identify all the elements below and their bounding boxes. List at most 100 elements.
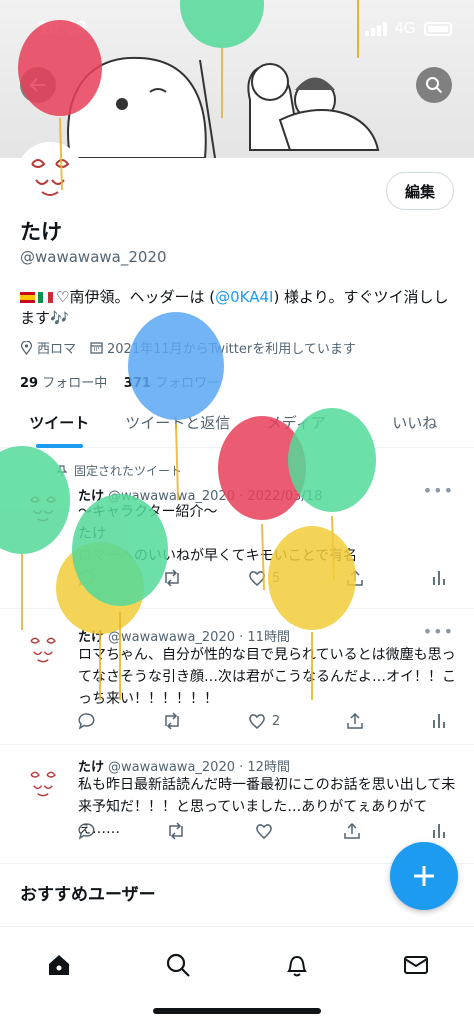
bio-mention-link[interactable]: @0KA4I — [215, 288, 273, 306]
pinned-indicator: 固定されたツイート — [56, 462, 182, 479]
tweet-author-handle: @wawawawa_2020 — [108, 760, 235, 775]
profile-avatar[interactable] — [16, 142, 84, 210]
status-bar: 10:09 4G — [0, 0, 474, 60]
search-icon — [166, 953, 190, 977]
like-count: 2 — [271, 713, 281, 729]
tweet-avatar[interactable] — [20, 626, 66, 672]
profile-location: 西ロマ — [37, 342, 77, 357]
analytics-button[interactable] — [430, 822, 448, 840]
following-link[interactable]: 29 フォロー中 — [20, 376, 107, 391]
battery-icon — [424, 22, 452, 36]
like-button[interactable]: 5 — [248, 569, 280, 587]
mail-icon — [404, 956, 428, 974]
tab-likes[interactable]: いいね — [356, 398, 474, 447]
like-count: 5 — [271, 570, 281, 586]
signal-icon — [364, 22, 387, 36]
analytics-icon — [433, 824, 445, 838]
plus-icon — [414, 866, 434, 886]
tweet-item[interactable]: たけ @wawawawa_2020 · 11時間 ••• ロマちゃん、自分が性的な… — [0, 610, 474, 745]
calendar-icon — [90, 342, 103, 354]
tweet-time: 11時間 — [247, 630, 290, 645]
home-indicator — [153, 1008, 321, 1014]
following-label: フォロー中 — [42, 376, 108, 391]
tweet-actions: 5 — [78, 567, 448, 589]
home-icon — [49, 955, 69, 975]
tweet-text: 〜キャラクター紹介〜 たけ ロマーへのいいねが早くてキモいことで有名 — [78, 501, 456, 567]
followers-link[interactable]: 371 フォロワー — [124, 376, 220, 391]
following-count: 29 — [20, 376, 39, 391]
tweet-author-name: たけ — [78, 630, 105, 645]
compose-tweet-button[interactable] — [390, 842, 458, 910]
share-icon — [343, 822, 360, 839]
share-button[interactable] — [346, 712, 364, 730]
tweet-header: たけ @wawawawa_2020 · 12時間 — [78, 760, 290, 775]
heart-icon — [256, 824, 272, 839]
status-time: 10:09 — [38, 18, 87, 39]
profile-tabs: ツイート ツイートと返信 メディア いいね — [0, 398, 474, 448]
bell-icon — [287, 956, 307, 977]
analytics-icon — [433, 571, 445, 585]
reply-button[interactable] — [78, 712, 96, 730]
retweet-icon — [165, 569, 179, 587]
tab-tweets-and-replies[interactable]: ツイートと返信 — [119, 398, 238, 447]
more-options-icon[interactable]: ••• — [423, 622, 454, 641]
avatar-illustration — [30, 637, 56, 663]
analytics-button[interactable] — [430, 569, 448, 587]
followers-label: フォロワー — [155, 376, 221, 391]
edit-profile-button[interactable]: 編集 — [386, 172, 454, 210]
tweet-header: たけ @wawawawa_2020 · 11時間 — [78, 630, 290, 645]
tweet-line: 〜キャラクター紹介〜 — [78, 504, 218, 520]
tab-media[interactable]: メディア — [237, 398, 356, 447]
tweet-author-handle: @wawawawa_2020 — [108, 630, 235, 645]
profile-joined-date: 2021年11月からTwitterを利用しています — [107, 342, 356, 357]
like-button[interactable]: 2 — [248, 712, 280, 730]
tweet-item[interactable]: たけ @wawawawa_2020 · 12時間 私も昨日最新話読んだ時一番最初に… — [0, 746, 474, 864]
profile-meta: 西ロマ 2021年11月からTwitterを利用しています — [20, 338, 356, 357]
tweet-time: 12時間 — [247, 760, 290, 775]
like-button[interactable] — [255, 822, 273, 840]
analytics-button[interactable] — [430, 712, 448, 730]
followers-count: 371 — [123, 376, 151, 391]
share-button[interactable] — [343, 822, 361, 840]
avatar-illustration — [30, 496, 56, 522]
back-button[interactable] — [20, 67, 56, 103]
heart-icon — [248, 714, 265, 729]
nav-messages[interactable] — [394, 943, 438, 987]
profile-name: たけ — [20, 220, 62, 244]
tweet-actions: 2 — [78, 710, 448, 732]
tweet-actions — [78, 820, 448, 842]
nav-notifications[interactable] — [275, 943, 319, 987]
more-options-icon[interactable]: ••• — [423, 481, 454, 500]
tweet-avatar[interactable] — [20, 760, 66, 806]
nav-home[interactable] — [37, 943, 81, 987]
share-button[interactable] — [346, 569, 364, 587]
analytics-icon — [433, 714, 445, 728]
pin-icon — [56, 464, 68, 476]
tab-tweets[interactable]: ツイート — [0, 398, 119, 448]
spain-flag-icon — [20, 292, 35, 303]
retweet-button[interactable] — [162, 712, 182, 730]
avatar-illustration — [31, 159, 70, 196]
retweet-button[interactable] — [166, 822, 186, 840]
tweet-avatar[interactable] — [20, 485, 66, 531]
retweet-button[interactable] — [162, 569, 182, 587]
profile-bio: ♡南伊領。ヘッダーは (@0KA4I) 様より。すぐツイ消しします🎶 — [20, 287, 460, 329]
tweet-item[interactable]: 固定されたツイート たけ @wawawawa_2020 · 2022/03/18 … — [0, 449, 474, 609]
tweet-line: たけ — [78, 526, 106, 542]
share-icon — [347, 712, 363, 729]
bio-text-before: ♡南伊領。ヘッダーは ( — [56, 288, 216, 306]
retweet-icon — [165, 712, 179, 730]
tweet-text: ロマちゃん、自分が性的な目で見られているとは微塵も思ってなさそうな引き顔…次は君… — [78, 647, 456, 707]
profile-handle: @wawawawa_2020 — [20, 248, 167, 266]
tweet-line: ロマーへのいいねが早くてキモいことで有名 — [78, 548, 358, 564]
search-button[interactable] — [416, 67, 452, 103]
recommended-users-heading: おすすめユーザー — [20, 885, 156, 905]
reply-button[interactable] — [78, 822, 96, 840]
retweet-icon — [168, 822, 183, 840]
nav-search[interactable] — [156, 943, 200, 987]
italy-flag-icon — [38, 292, 53, 303]
share-icon — [347, 569, 363, 586]
avatar-illustration — [30, 771, 56, 797]
reply-button[interactable] — [78, 569, 96, 587]
tweet-author-name: たけ — [78, 760, 105, 775]
